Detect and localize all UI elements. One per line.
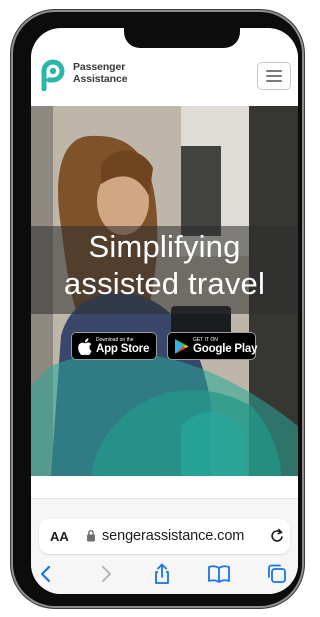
apple-icon <box>78 338 92 355</box>
url-text[interactable]: sengerassistance.com <box>102 528 267 544</box>
hero-section: Simplifying assisted travel Download on … <box>31 106 298 476</box>
logo-text: Passenger Assistance <box>73 61 128 85</box>
phone-notch <box>124 28 240 48</box>
logo-mark-icon <box>41 59 65 91</box>
lock-icon <box>87 529 95 542</box>
hero-title-line-1: Simplifying <box>88 229 241 264</box>
reload-icon[interactable] <box>270 528 285 544</box>
hamburger-menu-button[interactable] <box>257 62 291 90</box>
browser-toolbar <box>31 561 298 587</box>
site-logo[interactable]: Passenger Assistance <box>39 57 179 97</box>
google-play-button[interactable]: GET IT ON Google Play <box>167 332 258 360</box>
text-size-button[interactable]: AA <box>50 529 69 544</box>
hero-title: Simplifying assisted travel <box>31 228 298 302</box>
phone-screen: Passenger Assistance Simplifying assiste… <box>31 28 298 594</box>
hamburger-menu-icon <box>266 70 282 72</box>
app-store-button[interactable]: Download on the App Store <box>71 332 157 360</box>
forward-icon[interactable] <box>93 563 117 585</box>
browser-bottom-bar: AA sengerassistance.com <box>31 498 298 594</box>
tabs-icon[interactable] <box>265 563 289 585</box>
logo-line-2: Assistance <box>73 73 128 85</box>
back-icon[interactable] <box>35 563 59 585</box>
hero-title-line-2: assisted travel <box>63 266 266 301</box>
google-play-label: Google Play <box>193 343 258 355</box>
site-header: Passenger Assistance <box>31 48 298 106</box>
share-icon[interactable] <box>150 563 174 585</box>
address-bar[interactable]: AA sengerassistance.com <box>39 519 290 554</box>
app-store-label: App Store <box>96 343 150 355</box>
logo-line-1: Passenger <box>73 61 126 73</box>
google-play-icon <box>175 339 189 354</box>
bookmarks-icon[interactable] <box>207 563 231 585</box>
